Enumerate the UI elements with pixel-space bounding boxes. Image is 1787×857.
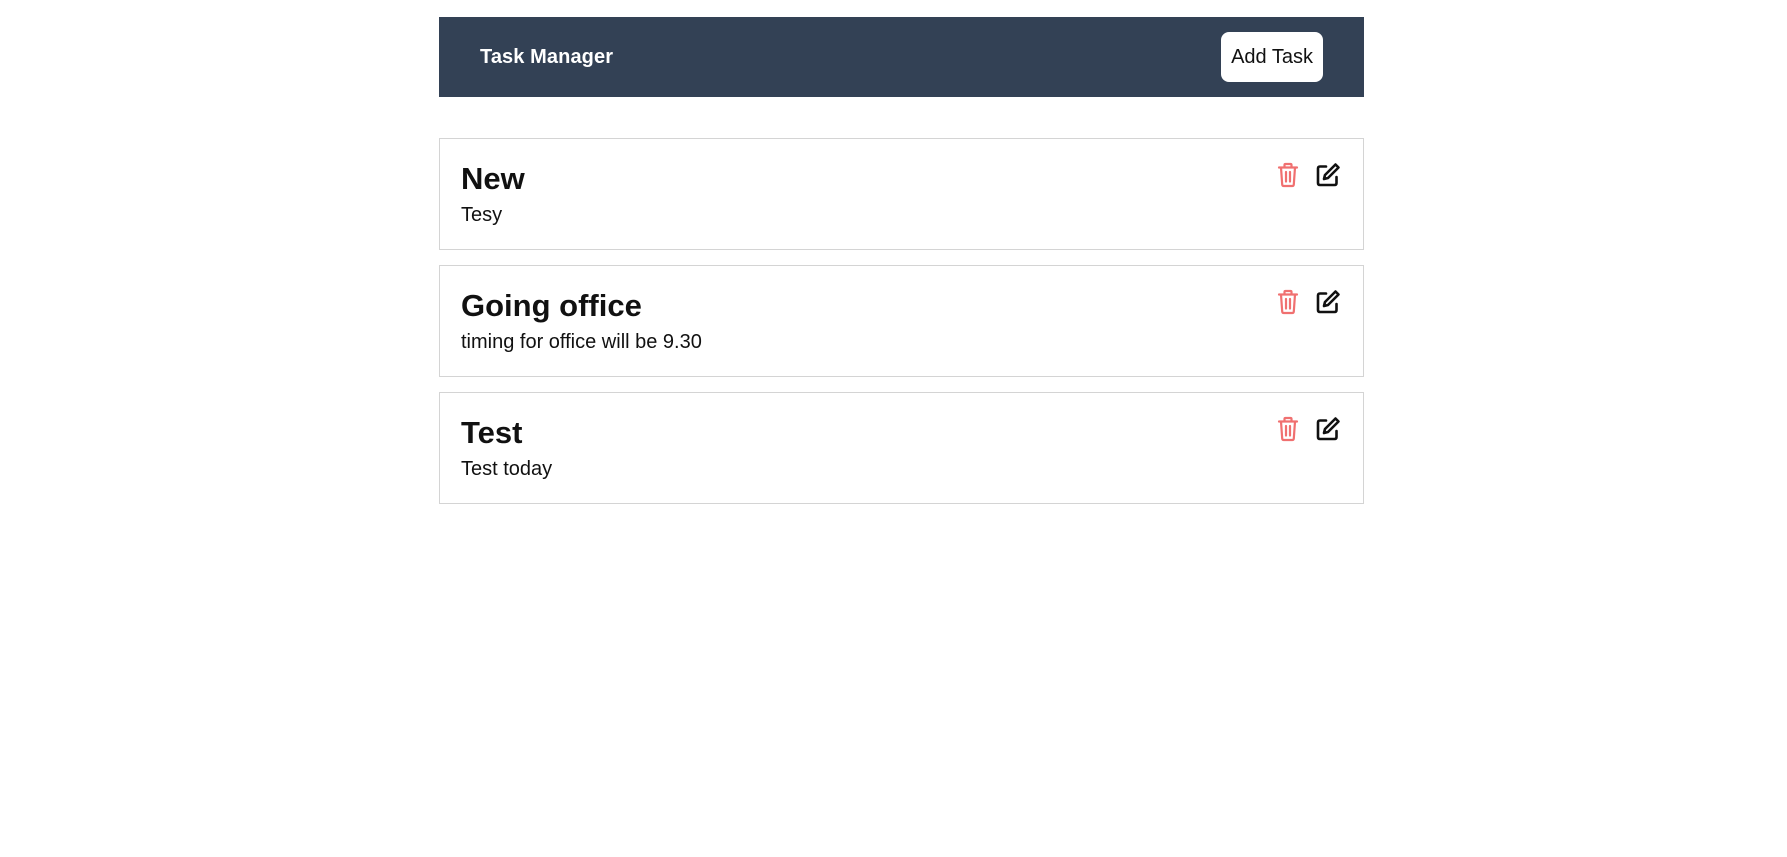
app-container: Task Manager Add Task New Tesy Going off…: [439, 17, 1364, 504]
task-description: timing for office will be 9.30: [461, 331, 702, 353]
app-title: Task Manager: [480, 45, 614, 68]
edit-icon[interactable]: [1315, 161, 1341, 189]
task-title: New: [461, 161, 525, 196]
task-list: New Tesy Going office timing for office …: [439, 138, 1364, 504]
task-actions: [1275, 415, 1341, 443]
task-card: New Tesy: [439, 138, 1364, 250]
navbar: Task Manager Add Task: [439, 17, 1364, 97]
trash-icon[interactable]: [1275, 415, 1301, 443]
task-actions: [1275, 161, 1341, 189]
task-title: Going office: [461, 288, 642, 323]
trash-icon[interactable]: [1275, 161, 1301, 189]
edit-icon[interactable]: [1315, 288, 1341, 316]
task-description: Tesy: [461, 204, 503, 226]
task-card: Going office timing for office will be 9…: [439, 265, 1364, 377]
task-actions: [1275, 288, 1341, 316]
add-task-button[interactable]: Add Task: [1221, 32, 1323, 82]
edit-icon[interactable]: [1315, 415, 1341, 443]
task-description: Test today: [461, 458, 553, 480]
task-title: Test: [461, 415, 523, 450]
trash-icon[interactable]: [1275, 288, 1301, 316]
task-card: Test Test today: [439, 392, 1364, 504]
